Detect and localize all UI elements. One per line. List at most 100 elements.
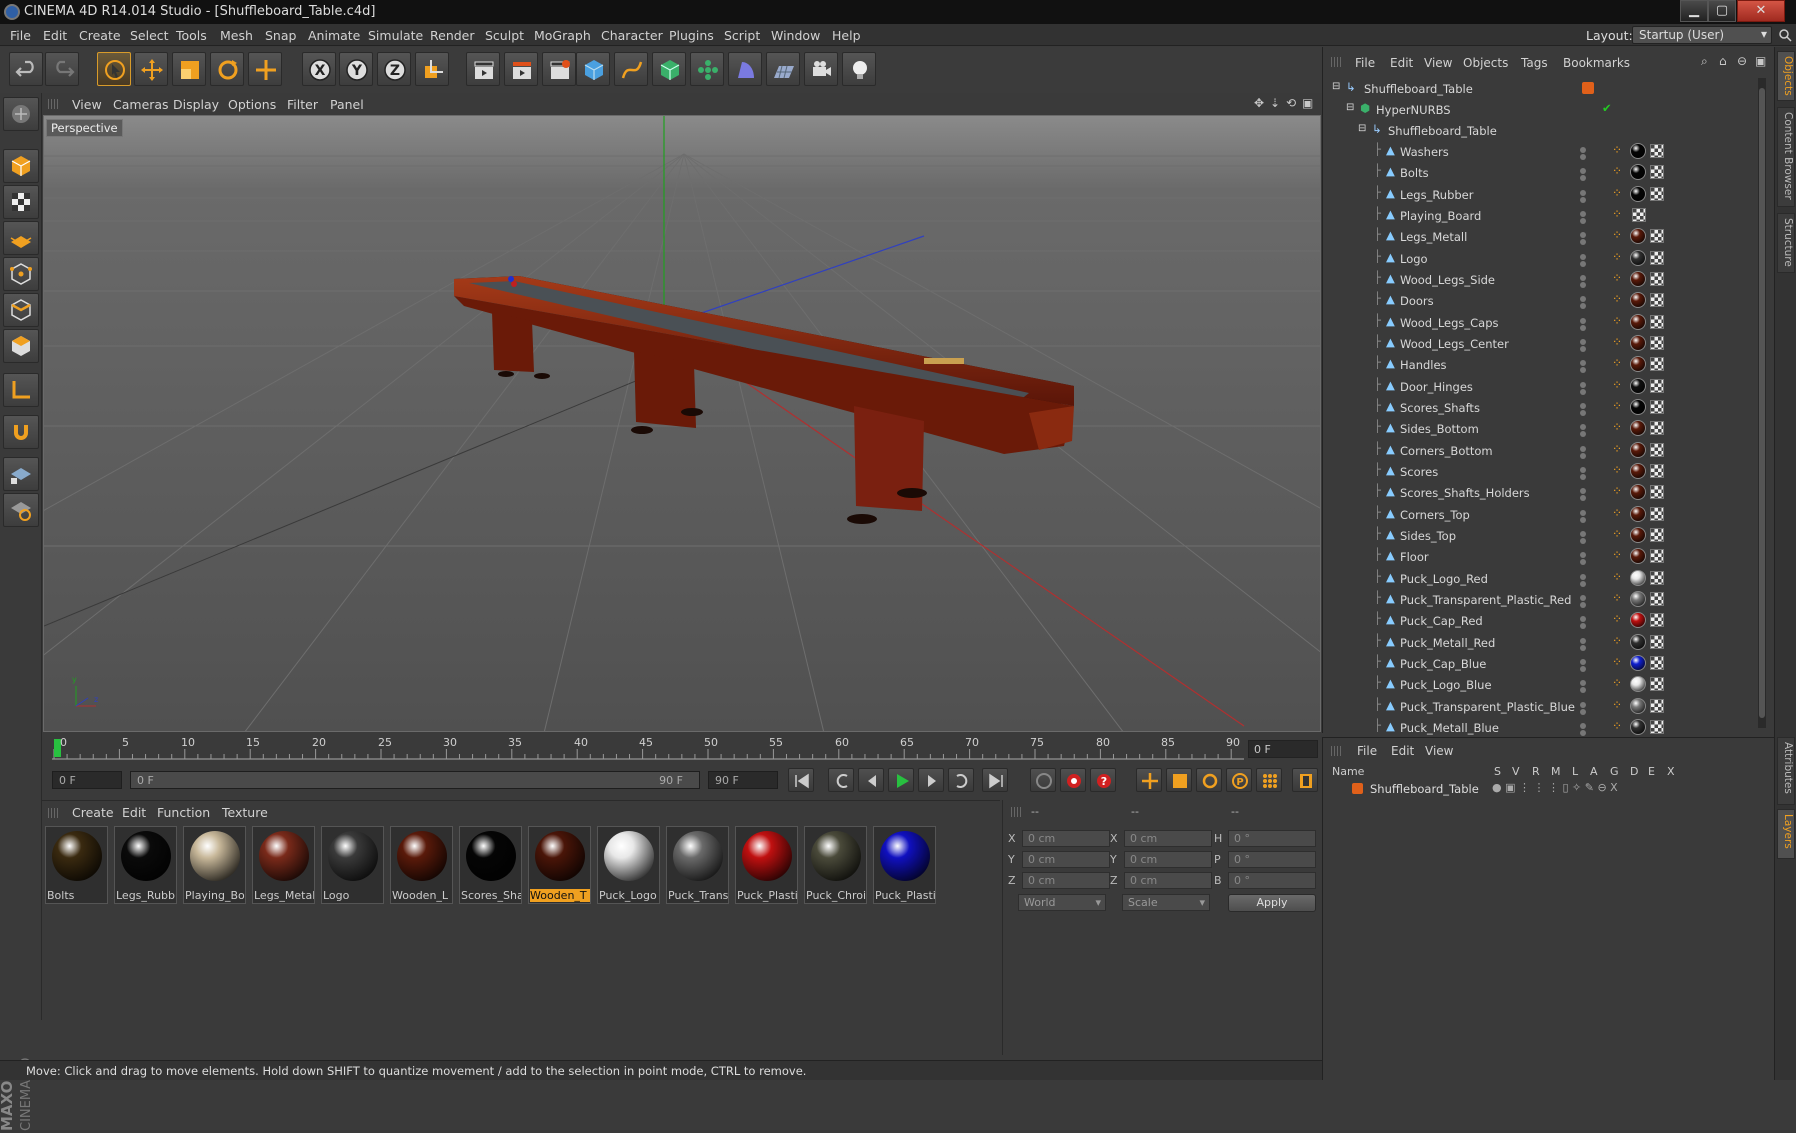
- search-icon[interactable]: ⌕: [1701, 54, 1708, 69]
- material-thumbnail[interactable]: Wooden_T: [528, 826, 591, 904]
- material-tag-icon[interactable]: [1630, 313, 1646, 330]
- editor-visibility-dot[interactable]: [1580, 445, 1586, 452]
- x-axis-button[interactable]: X: [302, 52, 336, 86]
- editor-visibility-dot[interactable]: [1580, 637, 1586, 644]
- material-menu-create[interactable]: Create: [72, 805, 114, 820]
- object-menu-objects[interactable]: Objects: [1463, 56, 1508, 70]
- phong-tag-icon[interactable]: ⁘: [1612, 591, 1622, 605]
- coordinate-space-dropdown[interactable]: World ▾: [1018, 894, 1106, 911]
- floor-button[interactable]: [766, 52, 800, 86]
- previous-frame-button[interactable]: [858, 768, 884, 792]
- material-tag-icon[interactable]: [1630, 143, 1646, 159]
- camera-button[interactable]: [804, 52, 838, 86]
- timeline-window-button[interactable]: [1292, 768, 1318, 792]
- new-panel-icon[interactable]: ▣: [1755, 54, 1766, 68]
- editor-visibility-dot[interactable]: [1580, 232, 1586, 239]
- column-expressions[interactable]: E: [1648, 765, 1655, 778]
- render-visibility-dot[interactable]: [1580, 516, 1586, 523]
- tree-row-root[interactable]: ⊟ ↳ Shuffleboard_Table: [1330, 78, 1762, 99]
- uvw-tag-icon[interactable]: [1650, 549, 1664, 564]
- render-view-button[interactable]: [466, 52, 500, 86]
- record-active-button[interactable]: [1030, 768, 1056, 792]
- coordinate-field[interactable]: 0 °: [1228, 872, 1316, 889]
- rotate-view-icon[interactable]: ⟲: [1286, 96, 1296, 110]
- material-tag-icon[interactable]: [1630, 697, 1646, 714]
- uvw-tag-icon[interactable]: [1650, 421, 1664, 436]
- material-tag-icon[interactable]: [1630, 270, 1646, 287]
- phong-tag-icon[interactable]: ⁘: [1612, 655, 1622, 669]
- object-row[interactable]: ├ ▲ Puck_Metall_Blue ⁘: [1330, 717, 1762, 738]
- render-visibility-dot[interactable]: [1580, 601, 1586, 608]
- uvw-tag-icon[interactable]: [1650, 719, 1664, 734]
- render-visibility-dot[interactable]: [1580, 260, 1586, 267]
- coordinate-field[interactable]: 0 cm: [1022, 830, 1110, 847]
- render-visibility-dot[interactable]: [1580, 559, 1586, 566]
- collapse-icon[interactable]: ⊟: [1358, 123, 1366, 134]
- coordinate-field[interactable]: 0 cm: [1124, 830, 1212, 847]
- object-row[interactable]: ├ ▲ Scores_Shafts ⁘: [1330, 397, 1762, 418]
- material-thumbnail[interactable]: Legs_Rubb: [114, 826, 177, 904]
- phong-tag-icon[interactable]: ⁘: [1612, 676, 1622, 690]
- uvw-tag-icon[interactable]: [1650, 570, 1664, 585]
- menu-render[interactable]: Render: [430, 28, 475, 43]
- editor-visibility-dot[interactable]: [1580, 680, 1586, 687]
- material-tag-icon[interactable]: [1630, 377, 1646, 394]
- phong-tag-icon[interactable]: ⁘: [1612, 484, 1622, 498]
- tab-layers[interactable]: Layers: [1777, 809, 1795, 859]
- render-visibility-dot[interactable]: [1580, 303, 1586, 310]
- tab-attributes[interactable]: Attributes: [1777, 737, 1795, 805]
- model-mode-button[interactable]: [3, 149, 39, 183]
- object-row[interactable]: ├ ▲ Bolts ⁘: [1330, 162, 1762, 183]
- end-frame-field[interactable]: 90 F: [708, 771, 778, 789]
- scrollbar-thumb[interactable]: [1759, 88, 1765, 718]
- column-render[interactable]: R: [1532, 765, 1540, 778]
- render-picture-viewer-button[interactable]: [504, 52, 538, 86]
- tree-row-group[interactable]: ⊟ ↳ Shuffleboard_Table: [1330, 120, 1762, 141]
- column-locked[interactable]: L: [1572, 765, 1578, 778]
- editor-visibility-dot[interactable]: [1580, 189, 1586, 196]
- editor-visibility-dot[interactable]: [1580, 381, 1586, 388]
- deformer-button[interactable]: [728, 52, 762, 86]
- column-solo[interactable]: S: [1494, 765, 1501, 778]
- material-thumbnail[interactable]: Playing_Bo: [183, 826, 246, 904]
- phong-tag-icon[interactable]: ⁘: [1612, 271, 1622, 285]
- material-tag-icon[interactable]: [1630, 526, 1646, 543]
- menu-sculpt[interactable]: Sculpt: [485, 28, 524, 43]
- phong-tag-icon[interactable]: ⁘: [1612, 314, 1622, 328]
- material-tag-icon[interactable]: [1630, 590, 1646, 607]
- uvw-tag-icon[interactable]: [1650, 698, 1664, 713]
- uvw-tag-icon[interactable]: [1650, 186, 1664, 201]
- maximize-button[interactable]: ▢: [1708, 0, 1736, 22]
- phong-tag-icon[interactable]: ⁘: [1612, 228, 1622, 242]
- phong-tag-icon[interactable]: ⁘: [1612, 164, 1622, 178]
- material-tag-icon[interactable]: [1630, 718, 1646, 735]
- viewport-menu-panel[interactable]: Panel: [330, 97, 364, 112]
- phong-tag-icon[interactable]: ⁘: [1612, 612, 1622, 626]
- object-row[interactable]: ├ ▲ Wood_Legs_Side ⁘: [1330, 269, 1762, 290]
- home-icon[interactable]: ⌂: [1719, 54, 1727, 68]
- phong-tag-icon[interactable]: ⁘: [1612, 634, 1622, 648]
- menu-help[interactable]: Help: [832, 28, 861, 43]
- material-tag-icon[interactable]: [1630, 398, 1646, 415]
- position-key-button[interactable]: [1136, 768, 1162, 792]
- uvw-tag-icon[interactable]: [1650, 144, 1664, 158]
- object-row[interactable]: ├ ▲ Wood_Legs_Caps ⁘: [1330, 312, 1762, 333]
- object-row[interactable]: ├ ▲ Puck_Transparent_Plastic_Blue ⁘: [1330, 696, 1762, 717]
- editor-visibility-dot[interactable]: [1580, 658, 1586, 665]
- next-keyframe-button[interactable]: [948, 768, 974, 792]
- search-icon[interactable]: [1778, 28, 1792, 42]
- collapse-icon[interactable]: ⊟: [1346, 102, 1354, 113]
- next-frame-button[interactable]: [918, 768, 944, 792]
- layer-menu-view[interactable]: View: [1425, 744, 1453, 758]
- material-thumbnail[interactable]: Legs_Metal: [252, 826, 315, 904]
- go-to-end-button[interactable]: [982, 768, 1008, 792]
- workplane-lock-button[interactable]: [3, 457, 39, 491]
- object-menu-file[interactable]: File: [1355, 56, 1375, 70]
- texture-mode-button[interactable]: [3, 185, 39, 219]
- editor-visibility-dot[interactable]: [1580, 317, 1586, 324]
- phong-tag-icon[interactable]: ⁘: [1612, 186, 1622, 200]
- minimize-panel-icon[interactable]: ⊖: [1737, 54, 1747, 68]
- editor-visibility-dot[interactable]: [1580, 168, 1586, 175]
- material-menu-edit[interactable]: Edit: [122, 805, 146, 820]
- uvw-tag-icon[interactable]: [1632, 207, 1646, 222]
